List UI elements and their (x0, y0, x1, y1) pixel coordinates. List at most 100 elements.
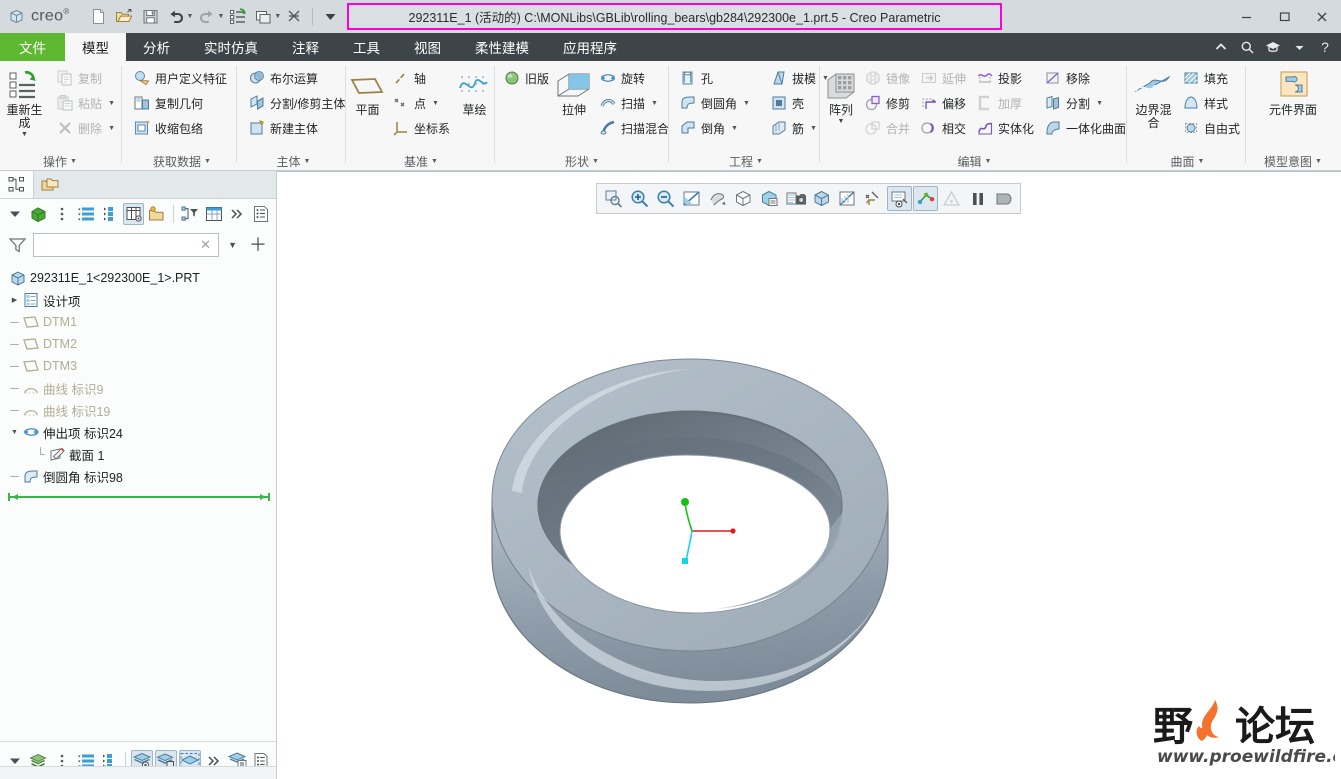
search-input-box[interactable]: ✕ (33, 233, 220, 257)
reorient-icon[interactable] (705, 186, 730, 211)
round-caret-icon[interactable]: ▼ (743, 100, 750, 107)
operations-group-label[interactable]: 操作 ▼ (0, 151, 120, 171)
tree-columns-icon[interactable] (122, 203, 145, 225)
revolve-button[interactable]: 旋转 (594, 66, 674, 90)
offset-button[interactable]: 偏移 (915, 91, 971, 115)
datum-display-filters-icon[interactable] (861, 186, 886, 211)
folder-browser-tab[interactable] (34, 171, 68, 198)
capture-image-icon[interactable] (783, 186, 808, 211)
extrude-button[interactable]: 拉伸 (554, 66, 594, 118)
tab-applications[interactable]: 应用程序 (546, 33, 634, 61)
more-chevron-icon[interactable] (227, 203, 249, 225)
style-button[interactable]: 样式 (1177, 91, 1245, 115)
model-intent-group-caret-icon[interactable]: ▼ (1315, 158, 1322, 165)
engineering-group-label[interactable]: 工程 ▼ (672, 151, 820, 171)
new-body-button[interactable]: 新建主体 (243, 116, 350, 140)
tab-view[interactable]: 视图 (397, 33, 458, 61)
redo-dropdown-caret-icon[interactable]: ▼ (217, 13, 224, 20)
expand-collapse-arrow-icon[interactable]: ▼ (8, 429, 21, 436)
tree-item-dtm3[interactable]: ─ DTM3 (0, 355, 276, 377)
open-folder-icon[interactable] (146, 203, 168, 225)
window-dropdown-caret-icon[interactable]: ▼ (274, 13, 281, 20)
tab-analysis[interactable]: 分析 (126, 33, 187, 61)
tree-item-dtm2[interactable]: ─ DTM2 (0, 333, 276, 355)
close-button[interactable] (1303, 0, 1341, 33)
shrinkwrap-button[interactable]: 收缩包络 (128, 116, 232, 140)
zoom-to-fit-icon[interactable] (601, 186, 626, 211)
edit-group-label[interactable]: 编辑 ▼ (823, 151, 1126, 171)
pattern-button[interactable]: 阵列 ▼ (823, 66, 859, 126)
graphics-window[interactable]: 野 火 论坛 www.proewildfire.cn (277, 171, 1341, 779)
collapse-ribbon-icon[interactable] (1209, 34, 1233, 60)
datum-group-caret-icon[interactable]: ▼ (431, 158, 438, 165)
saved-orientations-icon[interactable] (731, 186, 756, 211)
save-icon[interactable] (138, 4, 163, 29)
tree-item-curve-19[interactable]: ─ 曲线 标识19 (0, 399, 276, 421)
chamfer-button[interactable]: 倒角 ▼ (674, 116, 755, 140)
tree-expand-icon[interactable] (99, 203, 121, 225)
tab-flexible-modeling[interactable]: 柔性建模 (458, 33, 546, 61)
sweep-caret-icon[interactable]: ▼ (651, 100, 658, 107)
remove-surface-button[interactable]: 移除 (1039, 66, 1131, 90)
datum-point-caret-icon[interactable]: ▼ (432, 100, 439, 107)
zoom-in-icon[interactable] (627, 186, 652, 211)
clear-search-icon[interactable]: ✕ (197, 237, 214, 253)
boundary-blend-button[interactable]: 边界混合 (1130, 66, 1177, 131)
tree-item-part-root[interactable]: 292311E_1<292300E_1>.PRT (0, 267, 276, 289)
solidify-button[interactable]: 实体化 (971, 116, 1039, 140)
component-interface-button[interactable]: 元件界面 (1253, 66, 1333, 118)
tree-item-dtm1[interactable]: ─ DTM1 (0, 311, 276, 333)
split-trim-body-button[interactable]: 分割/修剪主体 (243, 91, 350, 115)
body-group-caret-icon[interactable]: ▼ (304, 158, 311, 165)
intersect-button[interactable]: 相交 (915, 116, 971, 140)
add-search-icon[interactable]: ＋ (246, 236, 270, 254)
search-icon[interactable] (1235, 34, 1259, 60)
round-button[interactable]: 倒圆角 ▼ (674, 91, 755, 115)
regenerate-button[interactable]: 重新生成 ▼ (0, 66, 49, 139)
pattern-caret-icon[interactable]: ▼ (838, 118, 845, 125)
tab-annotate[interactable]: 注释 (275, 33, 336, 61)
split-surface-button[interactable]: 分割 ▼ (1039, 91, 1131, 115)
sketch-button[interactable]: 草绘 (455, 66, 494, 118)
edit-group-caret-icon[interactable]: ▼ (985, 158, 992, 165)
project-button[interactable]: 投影 (971, 66, 1039, 90)
undo-icon[interactable] (164, 4, 189, 29)
datum-point-button[interactable]: 点 ▼ (387, 91, 455, 115)
tree-overflow-icon[interactable] (51, 203, 73, 225)
redo-icon[interactable] (194, 4, 219, 29)
zoom-out-icon[interactable] (653, 186, 678, 211)
minimize-button[interactable] (1227, 0, 1265, 33)
unified-surface-button[interactable]: 一体化曲面 (1039, 116, 1131, 140)
maximize-button[interactable] (1265, 0, 1303, 33)
trim-button[interactable]: 修剪 (859, 91, 915, 115)
learning-dropdown-caret-icon[interactable] (1287, 34, 1311, 60)
tree-settings-caret-icon[interactable] (4, 203, 26, 225)
spin-center-icon[interactable] (913, 186, 938, 211)
hole-button[interactable]: 孔 (674, 66, 755, 90)
shapes-group-caret-icon[interactable]: ▼ (592, 158, 599, 165)
refit-icon[interactable] (679, 186, 704, 211)
tab-live-simulation[interactable]: 实时仿真 (187, 33, 275, 61)
engineering-group-caret-icon[interactable]: ▼ (756, 158, 763, 165)
pause-icon[interactable] (965, 186, 990, 211)
split-surface-caret-icon[interactable]: ▼ (1096, 100, 1103, 107)
rib-caret-icon[interactable]: ▼ (810, 125, 817, 132)
tree-report-icon[interactable] (250, 203, 272, 225)
operations-group-caret-icon[interactable]: ▼ (70, 158, 77, 165)
regenerate-dropdown-caret-icon[interactable]: ▼ (21, 131, 28, 138)
surfaces-group-label[interactable]: 曲面 ▼ (1130, 151, 1245, 171)
copy-geometry-button[interactable]: 复制几何 (128, 91, 232, 115)
boolean-button[interactable]: 布尔运算 (243, 66, 350, 90)
get-data-group-caret-icon[interactable]: ▼ (204, 158, 211, 165)
model-tree-tab[interactable] (0, 171, 34, 198)
learning-connector-icon[interactable] (1261, 34, 1285, 60)
shapes-group-label[interactable]: 形状 ▼ (498, 151, 666, 171)
model-intent-group-label[interactable]: 模型意图 ▼ (1249, 151, 1337, 171)
freestyle-button[interactable]: 自由式 (1177, 116, 1245, 140)
display-style-icon[interactable] (809, 186, 834, 211)
insert-here-bar[interactable] (8, 491, 270, 501)
open-file-icon[interactable] (112, 4, 137, 29)
close-window-icon[interactable] (282, 4, 307, 29)
sweep-button[interactable]: 扫描 ▼ (594, 91, 674, 115)
get-data-group-label[interactable]: 获取数据 ▼ (126, 151, 238, 171)
